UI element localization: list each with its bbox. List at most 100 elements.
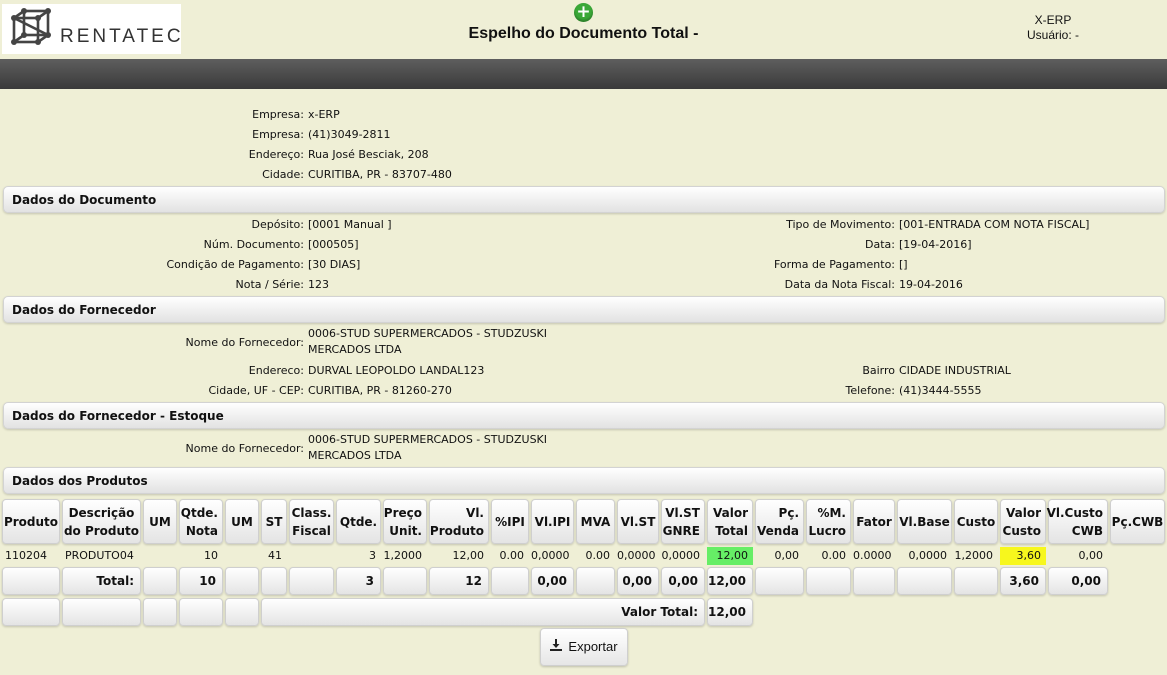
col-vl-ipi[interactable]: Vl.IPI	[531, 499, 574, 544]
cell-margem-lucro: 0.00	[821, 549, 847, 562]
forma-pagamento-label: Forma de Pagamento:	[774, 258, 895, 271]
section-dados-documento[interactable]: Dados do Documento	[3, 186, 1165, 213]
total-empty-mva	[576, 567, 615, 595]
cell-produto: 110204	[5, 549, 47, 562]
estoque-fornecedor-nome-value: 0006-STUD SUPERMERCADOS - STUDZUSKI MERC…	[308, 433, 548, 462]
cell-vl-st-gnre: 0,0000	[661, 549, 701, 562]
company-value: x-ERP	[308, 108, 340, 121]
col-descricao-produto[interactable]: Descrição do Produto	[62, 499, 141, 544]
total-empty-custo	[954, 567, 998, 595]
col-pc-venda[interactable]: Pç. Venda	[755, 499, 804, 544]
total-vl-produto: 12	[429, 567, 489, 595]
total-qtde-nota: 10	[179, 567, 223, 595]
vt-empty-4	[179, 598, 223, 626]
col-qtde-nota[interactable]: Qtde. Nota	[179, 499, 223, 544]
condicao-pagamento-label: Condição de Pagamento:	[166, 258, 305, 271]
condicao-pagamento-value: [30 DIAS]	[308, 258, 361, 271]
col-um-2[interactable]: UM	[225, 499, 259, 544]
vt-empty-1	[2, 598, 60, 626]
col-vl-st[interactable]: Vl.ST	[617, 499, 659, 544]
col-vl-base[interactable]: Vl.Base	[897, 499, 952, 544]
cell-custo: 1,2000	[954, 549, 994, 562]
col-vl-st-gnre[interactable]: Vl.ST GNRE	[661, 499, 705, 544]
estoque-fornecedor-nome-label: Nome do Fornecedor:	[185, 442, 304, 455]
export-button[interactable]: Exportar	[540, 628, 628, 666]
page-header: RENTATEC + Espelho do Documento Total - …	[0, 0, 1167, 58]
col-perc-ipi[interactable]: %IPI	[491, 499, 529, 544]
col-vl-custo-cwb[interactable]: Vl.Custo CWB	[1047, 499, 1108, 544]
cell-qtde: 3	[369, 549, 376, 562]
cell-perc-ipi: 0.00	[499, 549, 525, 562]
user-label: Usuário: -	[1026, 28, 1079, 42]
cell-valor-total: 12,00	[707, 547, 753, 565]
cell-pc-cwb	[1110, 547, 1165, 565]
total-valor-total: 12,00	[707, 567, 753, 595]
cell-um-2	[225, 547, 259, 565]
data-label: Data:	[865, 238, 895, 251]
section-dados-fornecedor[interactable]: Dados do Fornecedor	[3, 296, 1165, 323]
total-empty-um-2	[225, 567, 259, 595]
col-qtde[interactable]: Qtde.	[336, 499, 381, 544]
col-custo[interactable]: Custo	[954, 499, 998, 544]
fornecedor-bairro-value: CIDADE INDUSTRIAL	[899, 364, 1011, 377]
cell-valor-custo: 3,60	[1000, 547, 1046, 565]
col-pc-cwb[interactable]: Pç.CWB	[1110, 499, 1165, 544]
valor-total-value: 12,00	[707, 598, 753, 626]
col-margem-lucro[interactable]: %M. Lucro	[806, 499, 851, 544]
data-nota-fiscal-value: 19-04-2016	[899, 278, 963, 291]
tipo-movimento-value: [001-ENTRADA COM NOTA FISCAL]	[899, 218, 1090, 231]
fornecedor-cidade-label: Cidade, UF - CEP:	[208, 384, 304, 397]
num-documento-label: Núm. Documento:	[203, 238, 304, 251]
total-empty-ipi	[491, 567, 529, 595]
valor-total-label: Valor Total:	[261, 598, 705, 626]
cell-vl-base: 0,0000	[908, 549, 948, 562]
total-vl-custo-cwb: 0,00	[1048, 567, 1108, 595]
col-um[interactable]: UM	[143, 499, 177, 544]
page-title: Espelho do Documento Total -	[468, 25, 699, 42]
col-vl-produto[interactable]: Vl. Produto	[429, 499, 489, 544]
col-st[interactable]: ST	[261, 499, 287, 544]
col-preco-unit[interactable]: Preço Unit.	[383, 499, 427, 544]
data-nota-fiscal-label: Data da Nota Fiscal:	[784, 278, 895, 291]
col-class-fiscal[interactable]: Class. Fiscal	[289, 499, 334, 544]
cell-fator: 0.0000	[853, 549, 892, 562]
fornecedor-endereco-value: DURVAL LEOPOLDO LANDAL123	[308, 364, 485, 377]
col-valor-custo[interactable]: Valor Custo	[1000, 499, 1046, 544]
vt-empty-3	[143, 598, 177, 626]
company-address-label: Endereço:	[248, 148, 304, 161]
company-phone-value: (41)3049-2811	[308, 128, 391, 141]
fornecedor-telefone-label: Telefone:	[845, 384, 896, 397]
col-valor-total[interactable]: Valor Total	[707, 499, 753, 544]
col-produto[interactable]: Produto	[2, 499, 60, 544]
tipo-movimento-label: Tipo de Movimento:	[786, 218, 895, 231]
section-fornecedor-estoque[interactable]: Dados do Fornecedor - Estoque	[3, 402, 1165, 429]
cell-pc-venda: 0,00	[774, 549, 800, 562]
nota-serie-value: 123	[308, 278, 329, 291]
add-icon[interactable]: +	[574, 3, 593, 22]
company-label: Empresa:	[252, 108, 304, 121]
section-dados-produtos[interactable]: Dados dos Produtos	[3, 467, 1165, 494]
system-name: X-ERP	[1034, 13, 1072, 27]
total-label: Total:	[62, 567, 141, 595]
cell-mva: 0.00	[585, 549, 611, 562]
cell-descricao: PRODUTO04	[65, 549, 134, 562]
col-mva[interactable]: MVA	[576, 499, 615, 544]
company-city-label: Cidade:	[262, 168, 304, 181]
cell-vl-st: 0,0000	[617, 549, 656, 562]
cell-class-fiscal	[289, 547, 334, 565]
company-city-value: CURITIBA, PR - 83707-480	[308, 168, 452, 181]
col-fator[interactable]: Fator	[853, 499, 895, 544]
total-valor-custo: 3,60	[1000, 567, 1046, 595]
cell-vl-produto: 12,00	[452, 549, 485, 562]
total-empty-class	[289, 567, 334, 595]
export-label: Exportar	[568, 639, 618, 654]
fornecedor-bairro-label: Bairro	[862, 364, 895, 377]
nota-serie-label: Nota / Série:	[235, 278, 304, 291]
deposito-label: Depósito:	[251, 218, 305, 231]
total-empty-st	[261, 567, 287, 595]
toolbar-bar	[0, 59, 1167, 89]
cell-preco-unit: 1,2000	[383, 549, 423, 562]
vt-empty-5	[225, 598, 259, 626]
cell-vl-custo-cwb: 0,00	[1078, 549, 1104, 562]
total-qtde: 3	[336, 567, 381, 595]
